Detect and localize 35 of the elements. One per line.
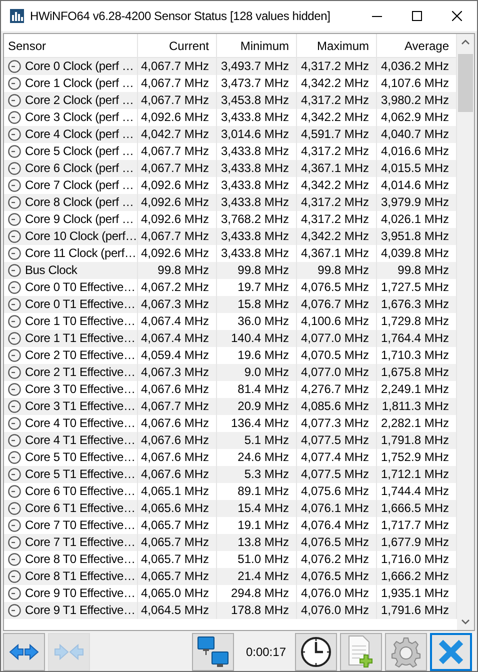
sensor-name: Core 8 T0 Effective… [25,551,136,568]
sensor-name: Core 6 Clock (perf … [25,160,134,177]
sensor-name: Core 7 Clock (perf … [25,177,134,194]
sensor-name: Core 6 T1 Effective… [25,500,136,517]
sensor-name: Core 4 Clock (perf … [25,126,134,143]
sensor-name: Core 2 T0 Effective… [25,347,136,364]
sensor-name: Core 0 T1 Effective… [25,296,136,313]
sensor-name: Core 3 T1 Effective… [25,398,136,415]
elapsed-time: 0:00:17 [246,644,286,661]
sensor-name: Core 4 T1 Effective… [25,432,136,449]
sensor-name: Core 1 Clock (perf … [25,75,134,92]
sensor-name: Core 1 T0 Effective… [25,313,136,330]
sensor-name: Core 5 T1 Effective… [25,466,136,483]
sensor-name: Core 11 Clock (perf… [25,245,136,262]
sensor-name: Core 7 T0 Effective… [25,517,136,534]
sensor-name: Core 2 T1 Effective… [25,364,136,381]
window-title: HWiNFO64 v6.28-4200 Sensor Status [128 values hidden] [30,8,330,25]
sensor-name: Core 10 Clock (perf… [25,228,138,245]
sensor-name: Core 3 Clock (perf … [25,109,134,126]
sensor-name: Core 3 T0 Effective… [25,381,136,398]
sensor-name: Bus Clock [25,262,78,279]
sensor-name: Core 5 T0 Effective… [25,449,136,466]
sensor-name: Core 9 Clock (perf … [25,211,134,228]
sensor-name: Core 9 T0 Effective… [25,585,136,602]
sensor-name: Core 4 T0 Effective… [25,415,136,432]
sensor-name: Core 1 T1 Effective… [25,330,136,347]
sensor-name: Core 8 T1 Effective… [25,568,136,585]
sensor-name: Core 2 Clock (perf … [25,92,134,109]
sensor-name: Core 5 Clock (perf … [25,143,134,160]
sensor-name: Core 7 T1 Effective… [25,534,136,551]
sensor-name: Core 6 T0 Effective… [25,483,136,500]
sensor-name: Core 0 Clock (perf … [25,58,134,75]
sensor-name: Core 8 Clock (perf … [25,194,134,211]
sensor-name: Core 0 T0 Effective… [25,279,136,296]
sensor-name: Core 9 T1 Effective… [25,602,136,619]
